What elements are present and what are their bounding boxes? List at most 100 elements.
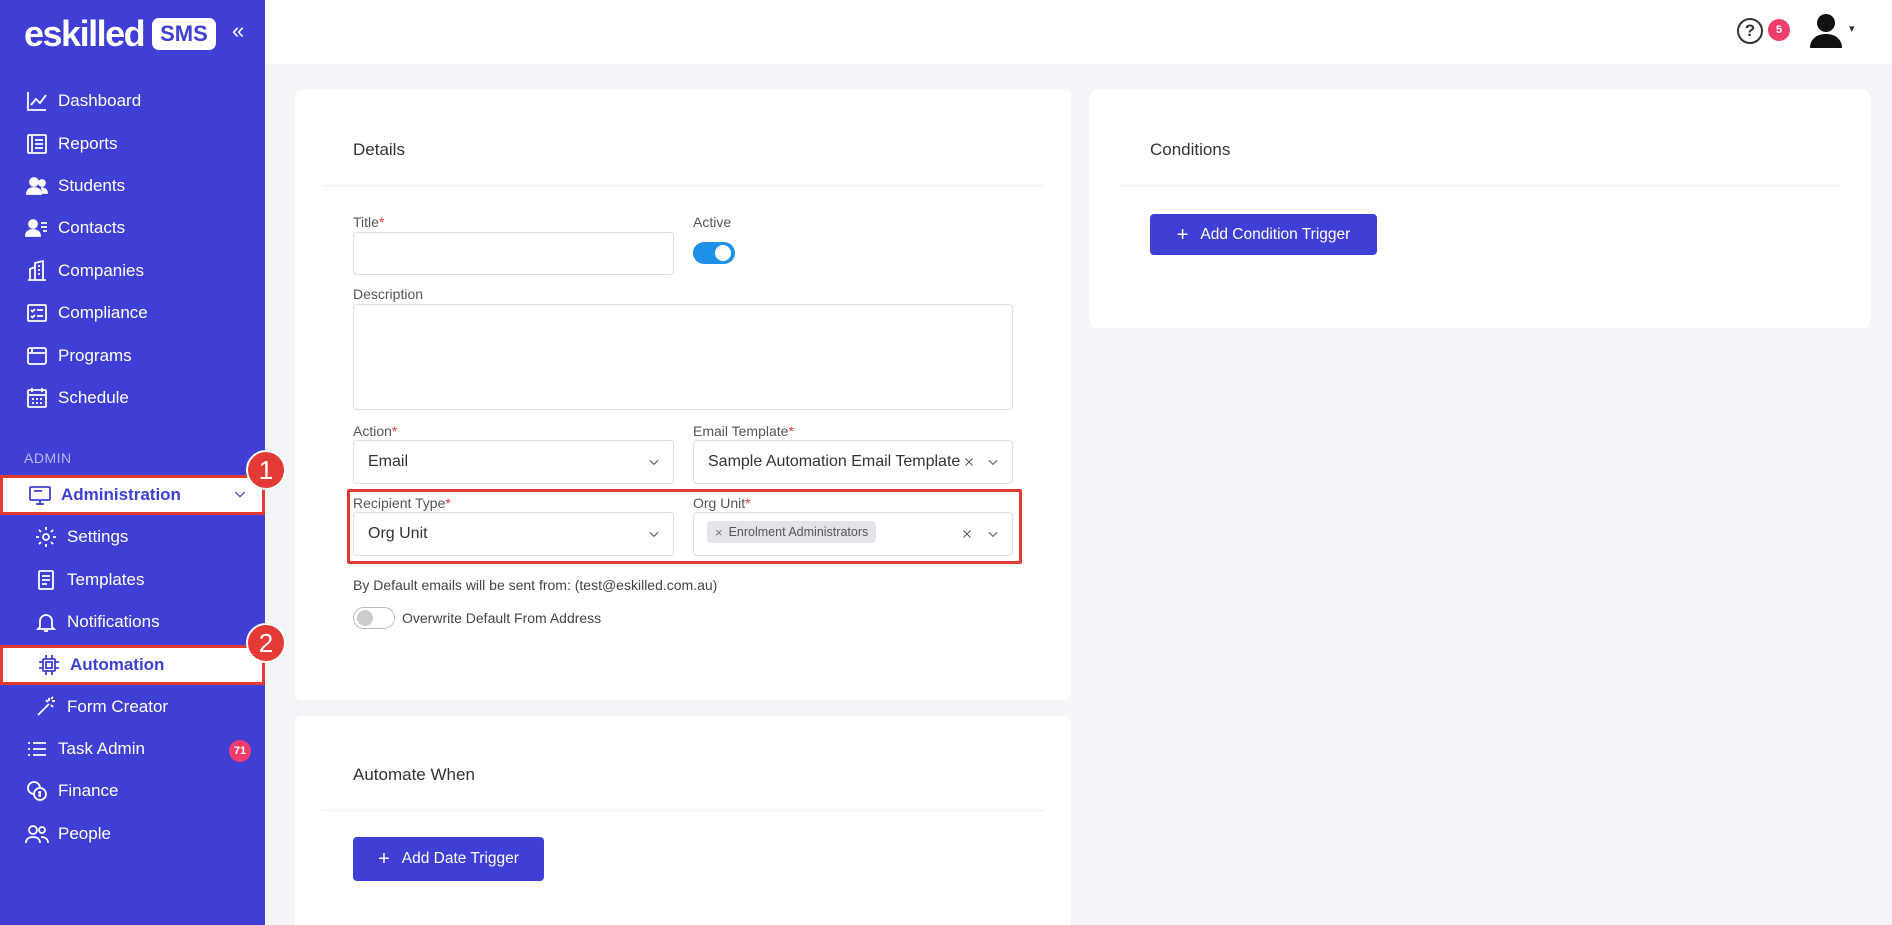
sidebar-item-notifications[interactable]: Notifications [0, 603, 265, 641]
email-template-select[interactable]: Sample Automation Email Template [693, 440, 1013, 484]
sidebar-item-finance[interactable]: Finance [0, 772, 265, 810]
automate-when-card [295, 716, 1071, 925]
chevron-down-icon [986, 527, 1000, 546]
chip-icon [36, 652, 62, 678]
action-select[interactable]: Email [353, 440, 674, 484]
org-unit-chip[interactable]: × Enrolment Administrators [707, 521, 877, 543]
title-input[interactable] [353, 232, 674, 275]
clear-icon[interactable] [962, 455, 976, 474]
sidebar-item-templates[interactable]: Templates [0, 561, 265, 599]
compliance-icon [24, 300, 50, 326]
step-marker-2: 2 [246, 623, 286, 663]
plus-icon: + [378, 848, 390, 870]
chevron-down-icon [647, 455, 661, 474]
clear-icon[interactable] [960, 527, 974, 546]
email-template-select-value: Sample Automation Email Template [708, 453, 961, 470]
automate-when-divider [322, 810, 1044, 811]
sidebar-item-label: Programs [58, 346, 132, 365]
sidebar-item-programs[interactable]: Programs [0, 337, 265, 375]
contacts-icon [24, 215, 50, 241]
list-icon [24, 736, 50, 762]
default-from-note: By Default emails will be sent from: (te… [353, 577, 718, 593]
action-select-value: Email [368, 453, 409, 470]
chart-line-icon [24, 88, 50, 114]
toggle-knob [357, 610, 373, 626]
monitor-icon [27, 482, 53, 508]
sidebar-item-schedule[interactable]: Schedule [0, 379, 265, 417]
sidebar-item-label: Dashboard [58, 91, 142, 110]
sidebar-item-contacts[interactable]: Contacts [0, 209, 265, 247]
logo[interactable]: eskilled SMS [24, 12, 216, 56]
schedule-icon [24, 385, 50, 411]
chevron-down-icon[interactable] [232, 486, 248, 507]
finance-icon [24, 778, 50, 804]
bell-icon [33, 609, 59, 635]
sidebar-item-label: Notifications [67, 612, 160, 631]
reports-icon [24, 131, 50, 157]
sidebar-item-companies[interactable]: Companies [0, 252, 265, 290]
chevron-down-icon [647, 527, 661, 546]
sidebar: eskilled SMS « Dashboard Reports Student… [0, 0, 265, 925]
toggle-knob [715, 245, 731, 261]
section-label-admin: ADMIN [24, 450, 72, 466]
sidebar-item-label: Task Admin [58, 739, 145, 758]
title-label: Title* [353, 214, 385, 230]
user-menu-caret-icon[interactable]: ▾ [1849, 22, 1855, 35]
active-toggle[interactable] [693, 242, 735, 264]
template-icon [33, 567, 59, 593]
sidebar-item-label: Schedule [58, 388, 129, 407]
collapse-sidebar-icon[interactable]: « [232, 18, 244, 44]
add-date-trigger-label: Add Date Trigger [401, 850, 519, 867]
chevron-down-icon [986, 455, 1000, 474]
action-label: Action* [353, 423, 398, 439]
help-badge: 5 [1768, 19, 1790, 41]
overwrite-from-toggle[interactable] [353, 607, 395, 629]
sidebar-item-label: Finance [58, 781, 119, 800]
wand-icon [33, 694, 59, 720]
overwrite-from-label: Overwrite Default From Address [402, 610, 602, 626]
sidebar-item-people[interactable]: People [0, 815, 265, 853]
sidebar-item-administration[interactable]: Administration [0, 475, 265, 515]
user-avatar-icon[interactable] [1806, 12, 1846, 48]
sidebar-item-students[interactable]: Students [0, 167, 265, 205]
conditions-title: Conditions [1150, 140, 1231, 159]
logo-badge: SMS [152, 18, 216, 50]
details-title: Details [353, 140, 405, 159]
sidebar-item-compliance[interactable]: Compliance [0, 294, 265, 332]
sidebar-item-label: Students [58, 176, 126, 195]
chip-remove-icon[interactable]: × [715, 525, 723, 540]
sidebar-item-task-admin[interactable]: Task Admin 71 [0, 730, 265, 768]
org-unit-label: Org Unit* [693, 495, 751, 511]
people-icon [24, 821, 50, 847]
students-icon [24, 173, 50, 199]
sidebar-item-label: People [58, 824, 111, 843]
add-date-trigger-button[interactable]: + Add Date Trigger [353, 837, 544, 881]
sidebar-item-label: Settings [67, 527, 129, 546]
conditions-card [1090, 90, 1870, 328]
sidebar-item-label: Compliance [58, 303, 148, 322]
conditions-divider [1120, 185, 1842, 186]
email-template-label: Email Template* [693, 423, 794, 439]
add-condition-trigger-button[interactable]: + Add Condition Trigger [1150, 214, 1377, 255]
sidebar-item-form-creator[interactable]: Form Creator [0, 688, 265, 726]
sidebar-item-dashboard[interactable]: Dashboard [0, 82, 265, 120]
add-condition-trigger-label: Add Condition Trigger [1200, 225, 1351, 243]
sidebar-item-automation[interactable]: Automation [0, 645, 265, 685]
recipient-type-label: Recipient Type* [353, 495, 451, 511]
description-label: Description [353, 286, 424, 302]
recipient-type-select-value: Org Unit [368, 525, 428, 542]
description-textarea[interactable] [353, 304, 1013, 410]
sidebar-item-settings[interactable]: Settings [0, 518, 265, 556]
logo-text: eskilled [24, 13, 146, 54]
sidebar-item-label: Reports [58, 134, 118, 153]
topbar [265, 0, 1892, 64]
recipient-type-select[interactable]: Org Unit [353, 512, 674, 556]
sidebar-item-label: Contacts [58, 218, 126, 237]
sidebar-item-label: Companies [58, 261, 144, 280]
sidebar-item-reports[interactable]: Reports [0, 125, 265, 163]
sidebar-item-label: Form Creator [67, 697, 169, 716]
sidebar-item-label: Templates [67, 570, 145, 589]
gear-icon [33, 524, 59, 550]
help-icon[interactable]: ? [1737, 18, 1763, 44]
step-marker-1: 1 [246, 450, 286, 490]
